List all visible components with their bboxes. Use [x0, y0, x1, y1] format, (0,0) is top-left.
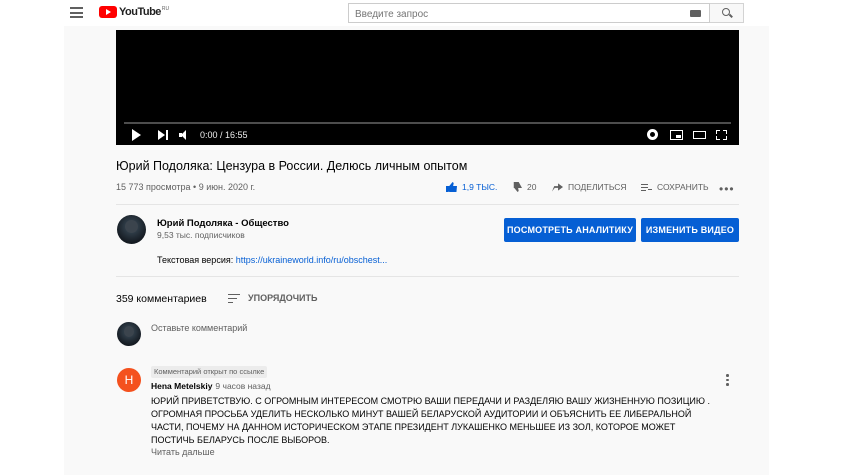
- more-actions-icon[interactable]: •••: [719, 183, 735, 195]
- like-count: 1,9 ТЫС.: [462, 182, 498, 192]
- share-button[interactable]: ПОДЕЛИТЬСЯ: [552, 179, 627, 195]
- youtube-logo[interactable]: YouTube RU: [99, 5, 169, 21]
- youtube-play-logo-icon: [99, 6, 117, 18]
- logo-text: YouTube: [119, 6, 161, 18]
- comment-author-name[interactable]: Hena Metelskiy: [151, 381, 212, 391]
- left-margin: [0, 26, 64, 475]
- channel-name[interactable]: Юрий Подоляка - Общество: [157, 218, 289, 230]
- sort-button[interactable]: УПОРЯДОЧИТЬ: [228, 291, 318, 305]
- theater-mode-icon[interactable]: [693, 131, 706, 139]
- video-title: Юрий Подоляка: Цензура в России. Делюсь …: [116, 159, 468, 173]
- progress-bar[interactable]: [124, 122, 731, 124]
- divider-top: [116, 204, 739, 205]
- volume-icon[interactable]: [179, 130, 191, 140]
- dislike-button[interactable]: 20: [511, 179, 536, 195]
- miniplayer-icon[interactable]: [670, 130, 683, 140]
- linked-comment-badge: Комментарий открыт по ссылке: [151, 366, 268, 378]
- channel-avatar[interactable]: [117, 215, 146, 244]
- search-button[interactable]: [710, 3, 744, 23]
- dislike-count: 20: [527, 182, 537, 192]
- fullscreen-icon[interactable]: [716, 130, 727, 140]
- masthead: YouTube RU: [0, 0, 845, 26]
- next-icon[interactable]: [158, 130, 170, 140]
- sort-icon: [228, 293, 240, 303]
- time-display: 0:00 / 16:55: [200, 130, 248, 140]
- like-button[interactable]: 1,9 ТЫС.: [446, 179, 497, 195]
- play-icon[interactable]: [132, 129, 141, 141]
- thumb-up-icon: [446, 182, 457, 192]
- thumb-down-icon: [511, 182, 522, 192]
- read-more-link[interactable]: Читать дальше: [151, 446, 215, 458]
- video-meta: 15 773 просмотра • 9 июн. 2020 г.: [116, 182, 256, 192]
- comment-menu-icon[interactable]: [726, 374, 729, 386]
- comment-input[interactable]: Оставьте комментарий: [151, 322, 247, 334]
- search-box: [348, 3, 710, 24]
- current-user-avatar: [117, 322, 141, 346]
- comment-author: Hena Metelskiy 9 часов назад: [151, 381, 271, 392]
- comment-count: 359 комментариев: [116, 293, 207, 305]
- gear-icon[interactable]: [647, 129, 658, 140]
- subscriber-count: 9,53 тыс. подписчиков: [157, 230, 245, 240]
- video-description: Текстовая версия: https://ukraineworld.i…: [157, 254, 387, 266]
- menu-icon[interactable]: [70, 7, 83, 18]
- save-label: СОХРАНИТЬ: [657, 182, 709, 192]
- description-prefix: Текстовая версия:: [157, 255, 236, 265]
- save-button[interactable]: СОХРАНИТЬ: [641, 179, 709, 195]
- video-player[interactable]: 0:00 / 16:55: [116, 30, 739, 145]
- description-link[interactable]: https://ukraineworld.info/ru/obschest...: [236, 255, 388, 265]
- search-icon: [722, 8, 730, 16]
- comment-time[interactable]: 9 часов назад: [215, 381, 270, 391]
- logo-region: RU: [161, 6, 170, 12]
- share-icon: [552, 183, 563, 192]
- share-label: ПОДЕЛИТЬСЯ: [568, 182, 627, 192]
- comment-text: ЮРИЙ ПРИВЕТСТВУЮ. С ОГРОМНЫМ ИНТЕРЕСОМ С…: [151, 396, 710, 445]
- view-analytics-button[interactable]: ПОСМОТРЕТЬ АНАЛИТИКУ: [504, 218, 636, 242]
- playlist-add-icon: [641, 183, 652, 192]
- comment-author-avatar[interactable]: H: [117, 368, 141, 392]
- sort-label: УПОРЯДОЧИТЬ: [248, 293, 318, 303]
- search-input[interactable]: [349, 5, 679, 24]
- keyboard-icon[interactable]: [690, 10, 701, 17]
- edit-video-button[interactable]: ИЗМЕНИТЬ ВИДЕО: [641, 218, 739, 242]
- divider-bottom: [116, 276, 739, 277]
